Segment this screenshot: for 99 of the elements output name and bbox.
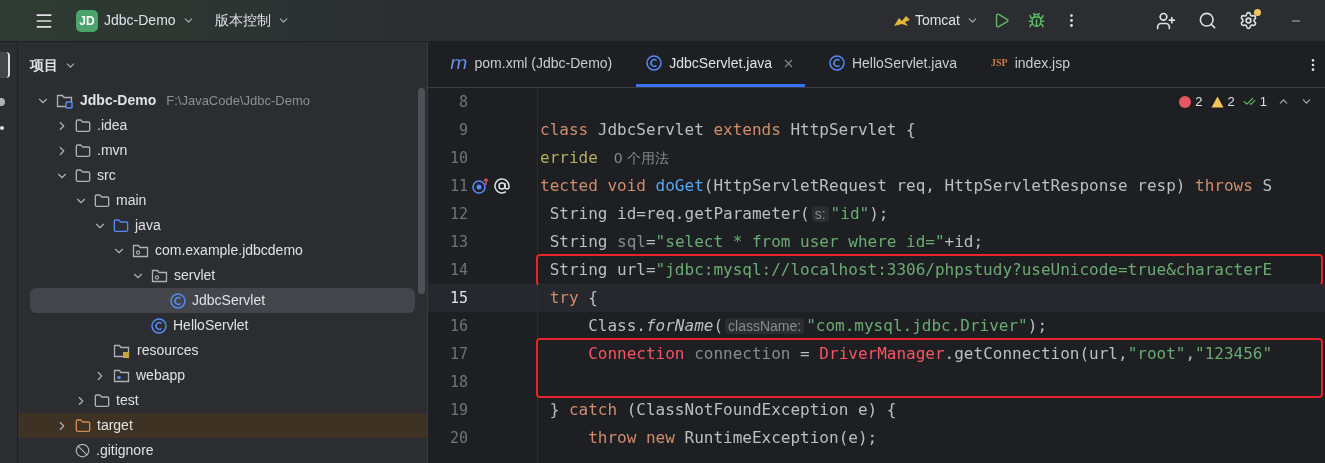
folder-icon bbox=[75, 142, 91, 159]
panel-title[interactable]: 项目 bbox=[30, 54, 58, 76]
project-path: F:\JavaCode\Jdbc-Demo bbox=[166, 91, 310, 110]
code-line: erride 0 个用法 bbox=[540, 147, 670, 169]
web-folder-icon bbox=[113, 367, 130, 384]
tree-item-label: .idea bbox=[97, 116, 128, 135]
error-icon bbox=[1179, 95, 1192, 108]
tree-item[interactable]: HelloServlet bbox=[18, 313, 427, 338]
warning-count: 2 bbox=[1227, 93, 1235, 111]
editor-tab[interactable]: HelloServlet.java bbox=[818, 42, 968, 87]
folder-icon bbox=[75, 417, 91, 434]
code-line: Class.forName( className: "com.mysql.jdbc.Driver"); bbox=[587, 315, 1047, 337]
tree-item[interactable]: resources bbox=[18, 338, 427, 363]
tree-item-label: Jdbc-Demo bbox=[80, 91, 157, 110]
at-sign-icon bbox=[493, 177, 511, 195]
line-number: 16 bbox=[448, 315, 468, 337]
tree-item[interactable]: java bbox=[18, 213, 427, 238]
tree-item-label: servlet bbox=[174, 266, 216, 285]
class-icon bbox=[151, 317, 167, 334]
tree-item[interactable]: Jdbc-Demo F:\JavaCode\Jdbc-Demo bbox=[18, 88, 427, 113]
tree-item[interactable]: .mvn bbox=[18, 138, 427, 163]
class-icon bbox=[828, 55, 845, 71]
code-line: String url="jdbc:mysql://localhost:3306/phpstudy?useUnicode=true&characterE bbox=[548, 259, 1273, 281]
search-icon[interactable] bbox=[1198, 11, 1217, 30]
package-icon bbox=[151, 267, 168, 284]
line-number: 11 bbox=[448, 175, 468, 197]
tree-item-label: HelloServlet bbox=[173, 316, 249, 335]
error-count: 2 bbox=[1195, 93, 1203, 111]
resources-folder-icon bbox=[113, 342, 131, 359]
tree-item[interactable]: src bbox=[18, 163, 427, 188]
tree-item[interactable]: target bbox=[18, 413, 427, 438]
code-line: } catch (ClassNotFoundException e) { bbox=[548, 399, 897, 421]
project-name[interactable]: Jdbc-Demo bbox=[104, 10, 176, 31]
minimize-icon[interactable] bbox=[1292, 19, 1300, 22]
package-icon bbox=[132, 242, 149, 259]
vcs-menu[interactable]: 版本控制 bbox=[214, 10, 271, 31]
project-tool-icon[interactable] bbox=[0, 52, 10, 78]
folder-icon bbox=[75, 117, 91, 134]
folder-icon bbox=[94, 392, 110, 409]
maven-icon: m bbox=[450, 54, 468, 72]
code-line: try { bbox=[548, 287, 598, 309]
line-number: 9 bbox=[457, 119, 468, 141]
tree-item[interactable]: main bbox=[18, 188, 427, 213]
line-number: 10 bbox=[448, 147, 468, 169]
class-icon bbox=[170, 292, 186, 309]
scrollbar-thumb[interactable] bbox=[418, 88, 425, 294]
tree-item[interactable]: test bbox=[18, 388, 427, 413]
tree-item-label: test bbox=[116, 391, 139, 410]
editor-tab[interactable]: JdbcServlet.java bbox=[636, 42, 805, 87]
tree-item[interactable]: webapp bbox=[18, 363, 427, 388]
line-number: 14 bbox=[448, 259, 468, 281]
override-icon[interactable] bbox=[472, 178, 490, 194]
warning-icon bbox=[1210, 95, 1224, 108]
line-number: 8 bbox=[457, 91, 468, 113]
line-number: 17 bbox=[448, 343, 468, 365]
tree-item-label: main bbox=[116, 191, 147, 210]
tree-item-label: webapp bbox=[136, 366, 186, 385]
code-line: class JdbcServlet extends HttpServlet { bbox=[540, 119, 916, 141]
tree-item[interactable]: .gitignore bbox=[18, 438, 427, 463]
tree-item[interactable]: com.example.jdbcdemo bbox=[18, 238, 427, 263]
line-number: 12 bbox=[448, 203, 468, 225]
project-folder-icon bbox=[56, 92, 74, 109]
jsp-icon: JSP bbox=[991, 58, 1008, 68]
code-line: throw new RuntimeException(e); bbox=[587, 427, 878, 449]
run-configuration[interactable]: Tomcat bbox=[914, 10, 960, 31]
folder-icon bbox=[94, 192, 110, 209]
tree-item-label: com.example.jdbcdemo bbox=[155, 241, 303, 260]
code-line: String id=req.getParameter( s: "id"); bbox=[548, 203, 889, 225]
code-line: Connection connection = DriverManager.getConnection(url,"root","123456" bbox=[587, 343, 1273, 365]
tree-item-label: resources bbox=[137, 341, 199, 360]
line-number: 20 bbox=[448, 427, 468, 449]
project-badge: JD bbox=[76, 9, 98, 32]
folder-icon bbox=[75, 167, 91, 184]
tree-item-label: JdbcServlet bbox=[192, 291, 266, 310]
folder-icon bbox=[113, 217, 129, 234]
run-icon[interactable] bbox=[993, 12, 1010, 29]
line-number: 15 bbox=[448, 287, 468, 309]
tree-item-label: .gitignore bbox=[96, 441, 154, 460]
line-number: 13 bbox=[448, 231, 468, 253]
debug-icon[interactable] bbox=[1028, 12, 1045, 29]
class-icon bbox=[646, 55, 663, 71]
tree-item[interactable]: .idea bbox=[18, 113, 427, 138]
editor-tab[interactable]: m pom.xml (Jdbc-Demo) bbox=[440, 42, 623, 87]
tree-item[interactable]: JdbcServlet bbox=[30, 288, 415, 313]
typo-count: 1 bbox=[1259, 93, 1267, 111]
tree-item-label: target bbox=[97, 416, 133, 435]
tree-item-label: java bbox=[135, 216, 161, 235]
settings-icon[interactable] bbox=[1239, 11, 1258, 30]
tree-item-label: .mvn bbox=[97, 141, 128, 160]
tomcat-icon bbox=[892, 13, 911, 28]
tree-item-label: src bbox=[97, 166, 116, 185]
code-line: String sql="select * from user where id="+id; bbox=[548, 231, 984, 253]
editor-tab[interactable]: JSP index.jsp bbox=[981, 42, 1080, 87]
add-user-icon[interactable] bbox=[1156, 10, 1176, 31]
line-number: 19 bbox=[448, 399, 468, 421]
line-number: 18 bbox=[448, 371, 468, 393]
ignore-icon bbox=[75, 443, 90, 458]
code-line: tected void doGet(HttpServletRequest req, HttpServletResponse resp) throws S bbox=[540, 175, 1273, 197]
tree-item[interactable]: servlet bbox=[18, 263, 427, 288]
